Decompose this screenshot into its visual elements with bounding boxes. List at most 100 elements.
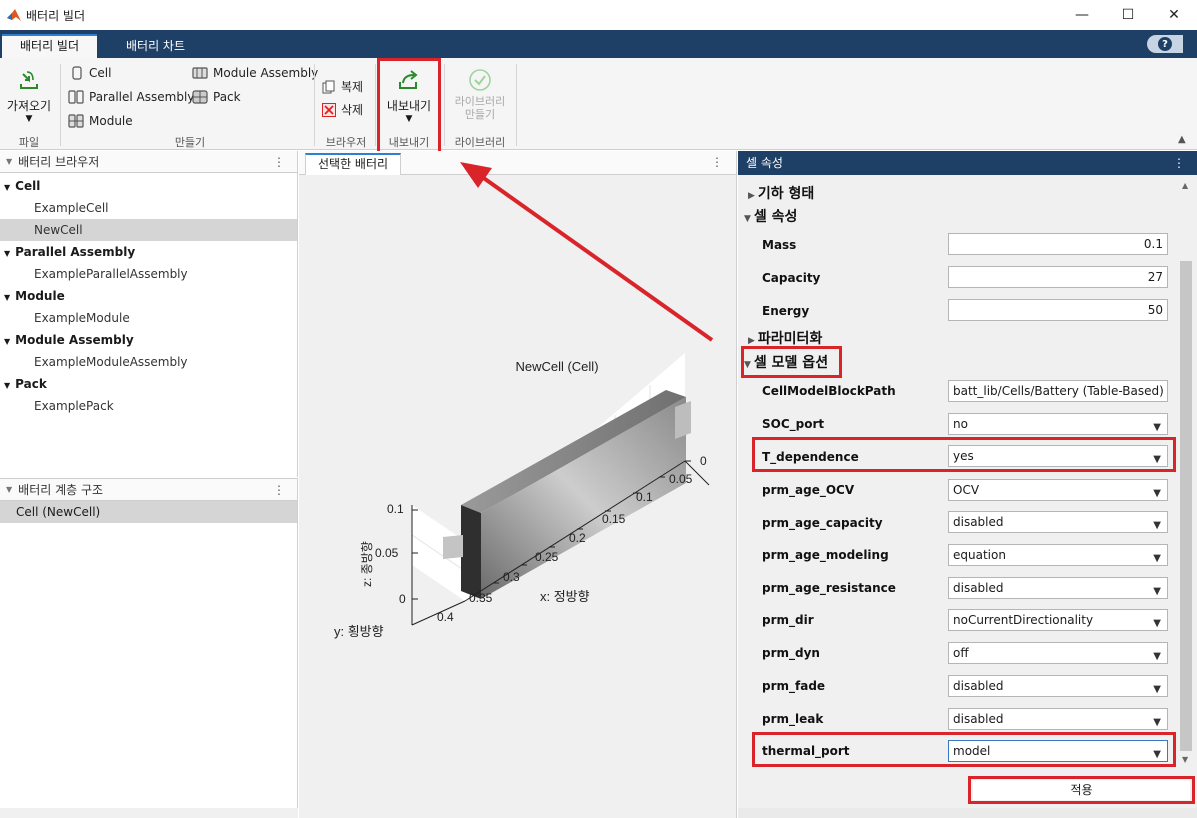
section-library-label: 라이브러리 [454,136,506,149]
tree-group-cell[interactable]: ▼ Cell [0,175,297,197]
tree-item-examplepack[interactable]: ExamplePack [0,395,297,417]
copy-icon [322,80,335,93]
export-button[interactable]: 내보내기 ▼ [380,66,438,132]
vertical-scrollbar[interactable]: ▲ ▼ [1176,175,1197,808]
field-label-prm-age-ocv: prm_age_OCV [762,483,855,497]
cell-properties-panel: ▲ ▼ ▶ 기하 형태 ▼ 셀 속성 Mass 0.1 Capacity 27 En… [738,175,1197,818]
create-module-button[interactable]: Module [68,114,133,128]
field-label-prm-age-modeling: prm_age_modeling [762,548,889,562]
prm-age-capacity-select[interactable]: disabled ▼ [948,511,1168,533]
energy-input[interactable]: 50 [948,299,1168,321]
chevron-down-icon: ▼ [1153,586,1161,597]
field-label-prm-dyn: prm_dyn [762,646,820,660]
scroll-up-icon[interactable]: ▲ [1182,181,1188,190]
mass-input[interactable]: 0.1 [948,233,1168,255]
scroll-down-icon[interactable]: ▼ [1182,755,1188,764]
import-label: 가져오기 [6,99,52,113]
delete-icon [322,102,336,117]
separator [444,64,445,146]
chevron-down-icon: ▼ [1153,717,1161,728]
section-cell-properties[interactable]: ▼ 셀 속성 [744,206,797,226]
section-cell-model-options[interactable]: ▼ 셀 모델 옵션 [744,352,828,372]
delete-button[interactable]: 삭제 [322,101,363,118]
prm-leak-select[interactable]: disabled ▼ [948,708,1168,730]
battery-front-face [481,397,686,599]
tree-group-module[interactable]: ▼ Module [0,285,297,307]
section-export-label: 내보내기 [388,136,430,149]
collapse-icon[interactable]: ▼ [6,485,12,494]
collapse-icon[interactable]: ▼ [6,157,12,166]
horizontal-scrollbar[interactable] [0,808,298,818]
scrollbar-thumb[interactable] [1180,261,1192,751]
field-label-cellmodelblockpath: CellModelBlockPath [762,384,896,398]
x-axis-label: x: 정방향 [540,589,590,604]
import-button[interactable]: 가져오기 ▼ [4,66,54,132]
create-library-button[interactable]: 라이브러리 만들기 [448,66,512,132]
create-module-label: Module [89,114,133,128]
tree-item-exampleparallelassembly[interactable]: ExampleParallelAssembly [0,263,297,285]
prm-age-ocv-select[interactable]: OCV ▼ [948,479,1168,501]
soc-port-select[interactable]: no ▼ [948,413,1168,435]
battery-hierarchy-panel: ▼ 배터리 계층 구조 ⋮ Cell (NewCell) [0,478,298,808]
panel-menu-icon[interactable]: ⋮ [273,155,285,169]
x-tick-label: 0.25 [535,550,559,564]
export-icon [399,70,418,89]
section-geometry[interactable]: ▶ 기하 형태 [748,183,814,203]
x-tick-label: 0.15 [602,512,626,526]
z-tick-label: 0.05 [375,546,399,560]
tree-item-examplemodule[interactable]: ExampleModule [0,307,297,329]
field-label-mass: Mass [762,238,797,252]
prm-dyn-select[interactable]: off ▼ [948,642,1168,664]
import-dropdown-icon: ▼ [25,114,33,124]
tree-group-pack[interactable]: ▼ Pack [0,373,297,395]
thermal-port-select[interactable]: model ▼ [948,740,1168,762]
tree-item-examplecell[interactable]: ExampleCell [0,197,297,219]
chevron-down-icon: ▼ [1153,618,1161,629]
tab-battery-chart[interactable]: 배터리 차트 [108,34,203,58]
toolstrip: 가져오기 ▼ 파일 Cell Parallel Assembly Module … [0,58,1197,154]
prm-dir-select[interactable]: noCurrentDirectionality ▼ [948,609,1168,631]
chevron-down-icon: ▼ [1153,684,1161,695]
chevron-down-icon: ▼ [1153,520,1161,531]
z-tick-label: 0 [399,592,406,606]
tree-group-module-assembly[interactable]: ▼ Module Assembly [0,329,297,351]
section-browser-label: 브라우저 [325,136,367,149]
x-tick-label: 0.1 [636,490,653,504]
maximize-icon[interactable]: ☐ [1105,0,1151,30]
create-cell-button[interactable]: Cell [70,66,111,80]
prm-age-modeling-select[interactable]: equation ▼ [948,544,1168,566]
x-tick-label: 0 [700,454,707,468]
create-parallel-assembly-button[interactable]: Parallel Assembly [68,90,194,104]
copy-button[interactable]: 복제 [322,78,363,95]
tab-battery-builder[interactable]: 배터리 빌더 [2,34,98,58]
create-module-assembly-button[interactable]: Module Assembly [192,66,318,80]
t-dependence-select[interactable]: yes ▼ [948,445,1168,467]
collapse-toolstrip-icon[interactable]: ▲ [1178,134,1186,145]
apply-button[interactable]: 적용 [973,780,1190,800]
close-icon[interactable]: ✕ [1151,0,1197,30]
section-parameterization[interactable]: ▶ 파라미터화 [748,328,822,348]
minimize-icon[interactable]: — [1059,0,1105,30]
tree-item-examplemoduleassembly[interactable]: ExampleModuleAssembly [0,351,297,373]
field-label-t-dependence: T_dependence [762,450,859,464]
panel-menu-icon[interactable]: ⋮ [1173,151,1185,175]
hierarchy-item-cell-newcell[interactable]: Cell (NewCell) [0,501,297,523]
library-label-line2: 만들기 [464,108,496,121]
window-title: 배터리 빌더 [26,9,86,23]
panel-menu-icon[interactable]: ⋮ [273,483,285,497]
tab-selected-battery[interactable]: 선택한 배터리 [305,153,402,175]
section-create-label: 만들기 [174,136,206,149]
capacity-input[interactable]: 27 [948,266,1168,288]
tree-group-parallel-assembly[interactable]: ▼ Parallel Assembly [0,241,297,263]
field-label-energy: Energy [762,304,810,318]
cellmodelblockpath-input[interactable]: batt_lib/Cells/Battery (Table-Based) [948,380,1168,402]
prm-fade-select[interactable]: disabled ▼ [948,675,1168,697]
horizontal-scrollbar[interactable] [738,808,1197,818]
help-button[interactable]: ? [1147,35,1183,53]
field-label-prm-age-capacity: prm_age_capacity [762,516,883,530]
create-pack-button[interactable]: Pack [192,90,241,104]
separator [314,64,315,146]
battery-tab-left [443,535,463,559]
prm-age-resistance-select[interactable]: disabled ▼ [948,577,1168,599]
tree-item-newcell[interactable]: NewCell [0,219,297,241]
